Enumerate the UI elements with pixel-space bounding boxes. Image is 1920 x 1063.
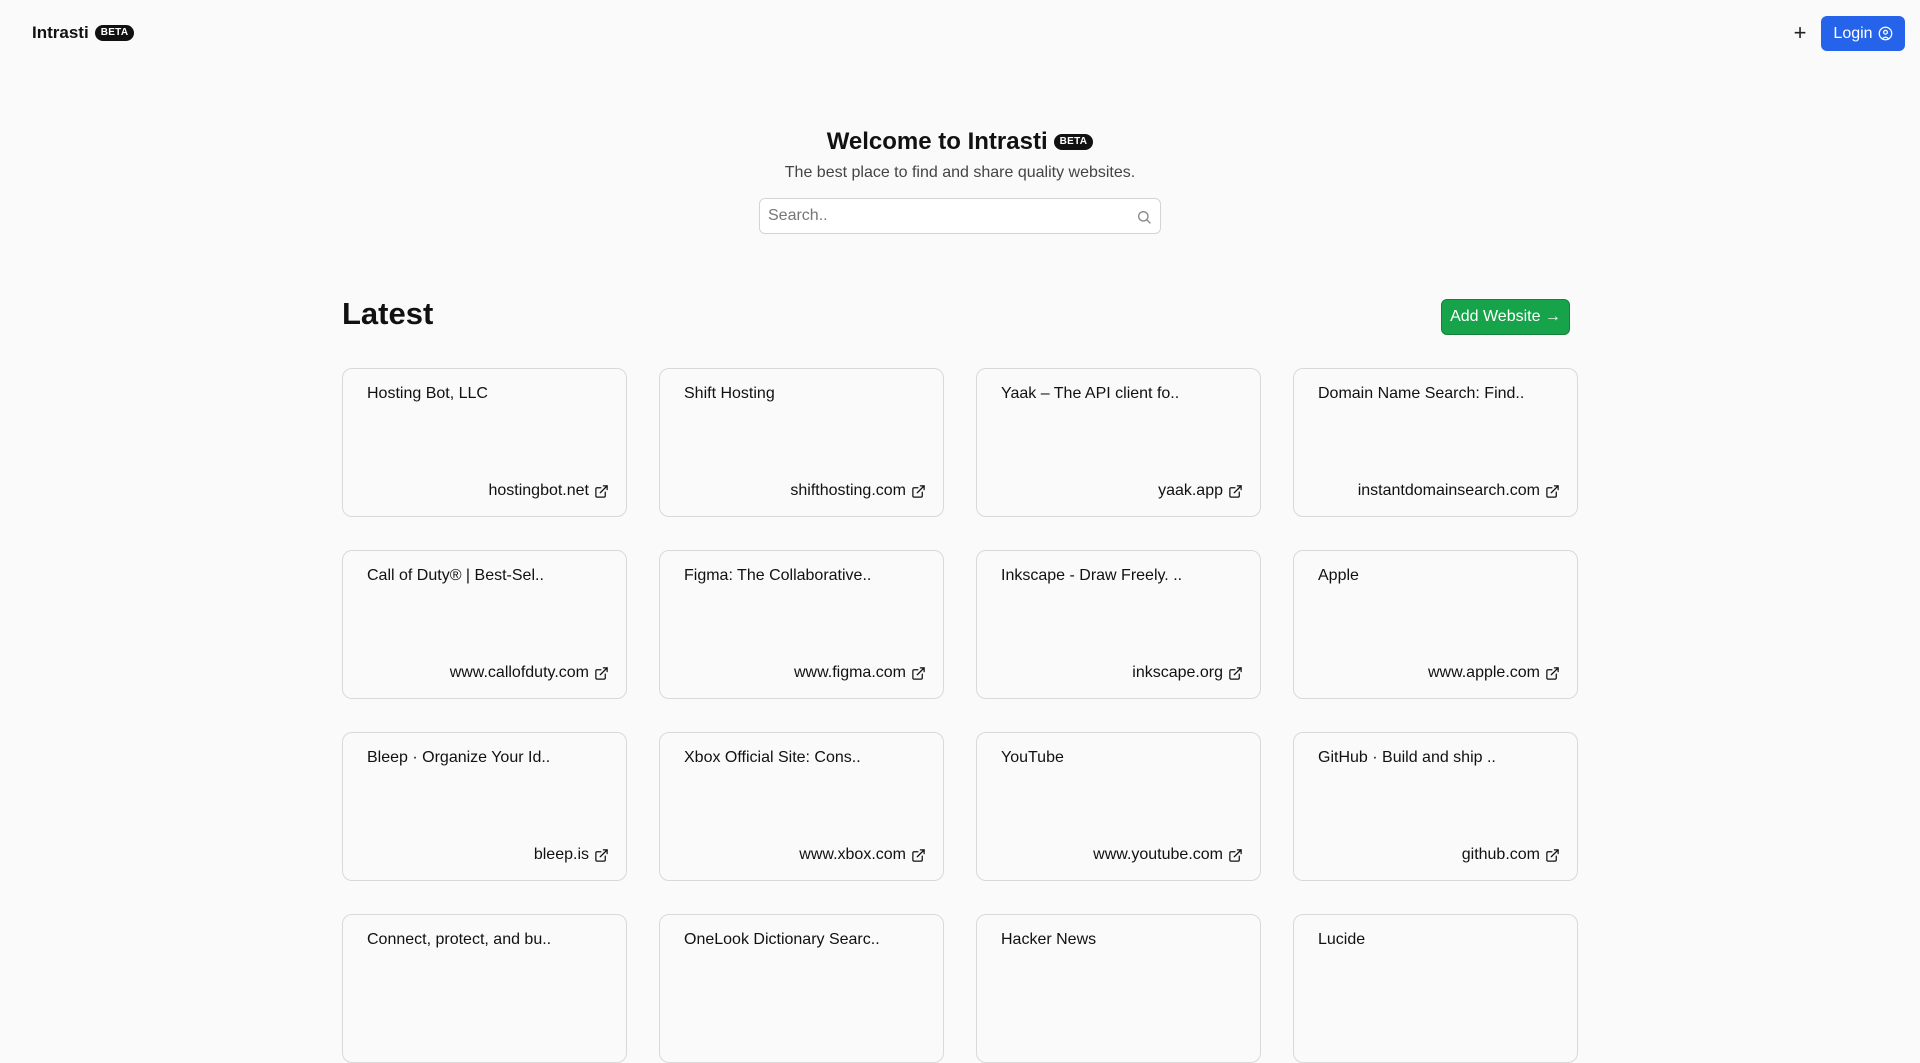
hero: Welcome to Intrasti BETA The best place … <box>0 128 1920 182</box>
card-domain[interactable]: instantdomainsearch.com <box>1358 482 1540 500</box>
card-title[interactable]: Connect, protect, and bu.. <box>367 931 551 949</box>
user-circle-icon <box>1878 26 1892 41</box>
card-title[interactable]: Domain Name Search: Find.. <box>1318 385 1524 403</box>
card-external-link[interactable]: bleep.is <box>534 846 609 864</box>
external-link-icon[interactable] <box>1228 848 1243 863</box>
card-title[interactable]: Shift Hosting <box>684 385 775 403</box>
card-external-link[interactable]: hostingbot.net <box>488 482 609 500</box>
website-card[interactable]: Lucide <box>1293 914 1578 1063</box>
card-title[interactable]: Call of Duty® | Best-Sel.. <box>367 567 544 585</box>
external-link-icon[interactable] <box>911 848 926 863</box>
card-title[interactable]: Bleep · Organize Your Id.. <box>367 749 550 767</box>
search-icon[interactable] <box>1136 209 1152 225</box>
card-external-link[interactable]: www.figma.com <box>794 664 926 682</box>
website-card[interactable]: Xbox Official Site: Cons.. www.xbox.com <box>659 732 944 881</box>
card-external-link[interactable]: www.apple.com <box>1428 664 1560 682</box>
card-title[interactable]: Xbox Official Site: Cons.. <box>684 749 861 767</box>
website-card[interactable]: YouTube www.youtube.com <box>976 732 1261 881</box>
add-website-button[interactable]: Add Website → <box>1441 299 1570 335</box>
add-icon[interactable]: + <box>1788 20 1812 46</box>
card-external-link[interactable]: www.xbox.com <box>799 846 926 864</box>
card-title[interactable]: Apple <box>1318 567 1359 585</box>
external-link-icon[interactable] <box>911 666 926 681</box>
external-link-icon[interactable] <box>594 666 609 681</box>
website-card[interactable]: GitHub · Build and ship .. github.com <box>1293 732 1578 881</box>
website-card[interactable]: Hosting Bot, LLC hostingbot.net <box>342 368 627 517</box>
card-title[interactable]: Hacker News <box>1001 931 1096 949</box>
login-button[interactable]: Login <box>1821 16 1905 51</box>
external-link-icon[interactable] <box>1228 484 1243 499</box>
website-card[interactable]: Domain Name Search: Find.. instantdomains… <box>1293 368 1578 517</box>
latest-heading: Latest <box>342 296 434 331</box>
card-domain[interactable]: bleep.is <box>534 846 589 864</box>
external-link-icon[interactable] <box>1228 666 1243 681</box>
external-link-icon[interactable] <box>1545 484 1560 499</box>
card-title[interactable]: Yaak – The API client fo.. <box>1001 385 1179 403</box>
beta-badge: BETA <box>94 25 135 41</box>
card-domain[interactable]: www.figma.com <box>794 664 906 682</box>
card-external-link[interactable]: inkscape.org <box>1132 664 1243 682</box>
card-domain[interactable]: www.youtube.com <box>1093 846 1223 864</box>
website-card[interactable]: Yaak – The API client fo.. yaak.app <box>976 368 1261 517</box>
card-domain[interactable]: github.com <box>1462 846 1540 864</box>
search-box <box>759 198 1161 234</box>
card-title[interactable]: Inkscape - Draw Freely. .. <box>1001 567 1182 585</box>
website-card[interactable]: Inkscape - Draw Freely. .. inkscape.org <box>976 550 1261 699</box>
card-external-link[interactable]: github.com <box>1462 846 1560 864</box>
login-label: Login <box>1833 24 1873 42</box>
hero-title: Welcome to Intrasti BETA <box>0 128 1920 156</box>
external-link-icon[interactable] <box>1545 666 1560 681</box>
external-link-icon[interactable] <box>594 484 609 499</box>
external-link-icon[interactable] <box>594 848 609 863</box>
card-domain[interactable]: www.apple.com <box>1428 664 1540 682</box>
external-link-icon[interactable] <box>911 484 926 499</box>
brand-name[interactable]: Intrasti <box>32 23 89 43</box>
top-bar: Intrasti BETA + Login <box>0 0 1920 66</box>
hero-title-text: Welcome to Intrasti <box>826 128 1048 155</box>
website-card[interactable]: Shift Hosting shifthosting.com <box>659 368 944 517</box>
card-domain[interactable]: yaak.app <box>1158 482 1223 500</box>
card-title[interactable]: YouTube <box>1001 749 1064 767</box>
website-grid: Hosting Bot, LLC hostingbot.net Shift Host… <box>342 368 1579 1063</box>
card-external-link[interactable]: instantdomainsearch.com <box>1358 482 1560 500</box>
card-domain[interactable]: www.callofduty.com <box>450 664 589 682</box>
website-card[interactable]: Bleep · Organize Your Id.. bleep.is <box>342 732 627 881</box>
external-link-icon[interactable] <box>1545 848 1560 863</box>
website-card[interactable]: Connect, protect, and bu.. <box>342 914 627 1063</box>
card-title[interactable]: Hosting Bot, LLC <box>367 385 488 403</box>
website-card[interactable]: Call of Duty® | Best-Sel.. www.callofduty… <box>342 550 627 699</box>
card-domain[interactable]: inkscape.org <box>1132 664 1223 682</box>
website-card[interactable]: Hacker News <box>976 914 1261 1063</box>
search-input[interactable] <box>760 199 1160 233</box>
card-external-link[interactable]: www.callofduty.com <box>450 664 609 682</box>
website-card[interactable]: OneLook Dictionary Searc.. <box>659 914 944 1063</box>
card-external-link[interactable]: yaak.app <box>1158 482 1243 500</box>
website-card[interactable]: Apple www.apple.com <box>1293 550 1578 699</box>
card-external-link[interactable]: shifthosting.com <box>790 482 926 500</box>
card-title[interactable]: GitHub · Build and ship .. <box>1318 749 1496 767</box>
hero-subtitle: The best place to find and share quality… <box>784 164 1136 181</box>
card-domain[interactable]: www.xbox.com <box>799 846 906 864</box>
card-title[interactable]: Figma: The Collaborative.. <box>684 567 871 585</box>
card-title[interactable]: Lucide <box>1318 931 1365 949</box>
hero-beta-badge: BETA <box>1053 134 1094 150</box>
card-domain[interactable]: hostingbot.net <box>488 482 589 500</box>
brand[interactable]: Intrasti BETA <box>32 23 135 43</box>
card-domain[interactable]: shifthosting.com <box>790 482 906 500</box>
card-external-link[interactable]: www.youtube.com <box>1093 846 1243 864</box>
card-title[interactable]: OneLook Dictionary Searc.. <box>684 931 880 949</box>
website-card[interactable]: Figma: The Collaborative.. www.figma.com <box>659 550 944 699</box>
